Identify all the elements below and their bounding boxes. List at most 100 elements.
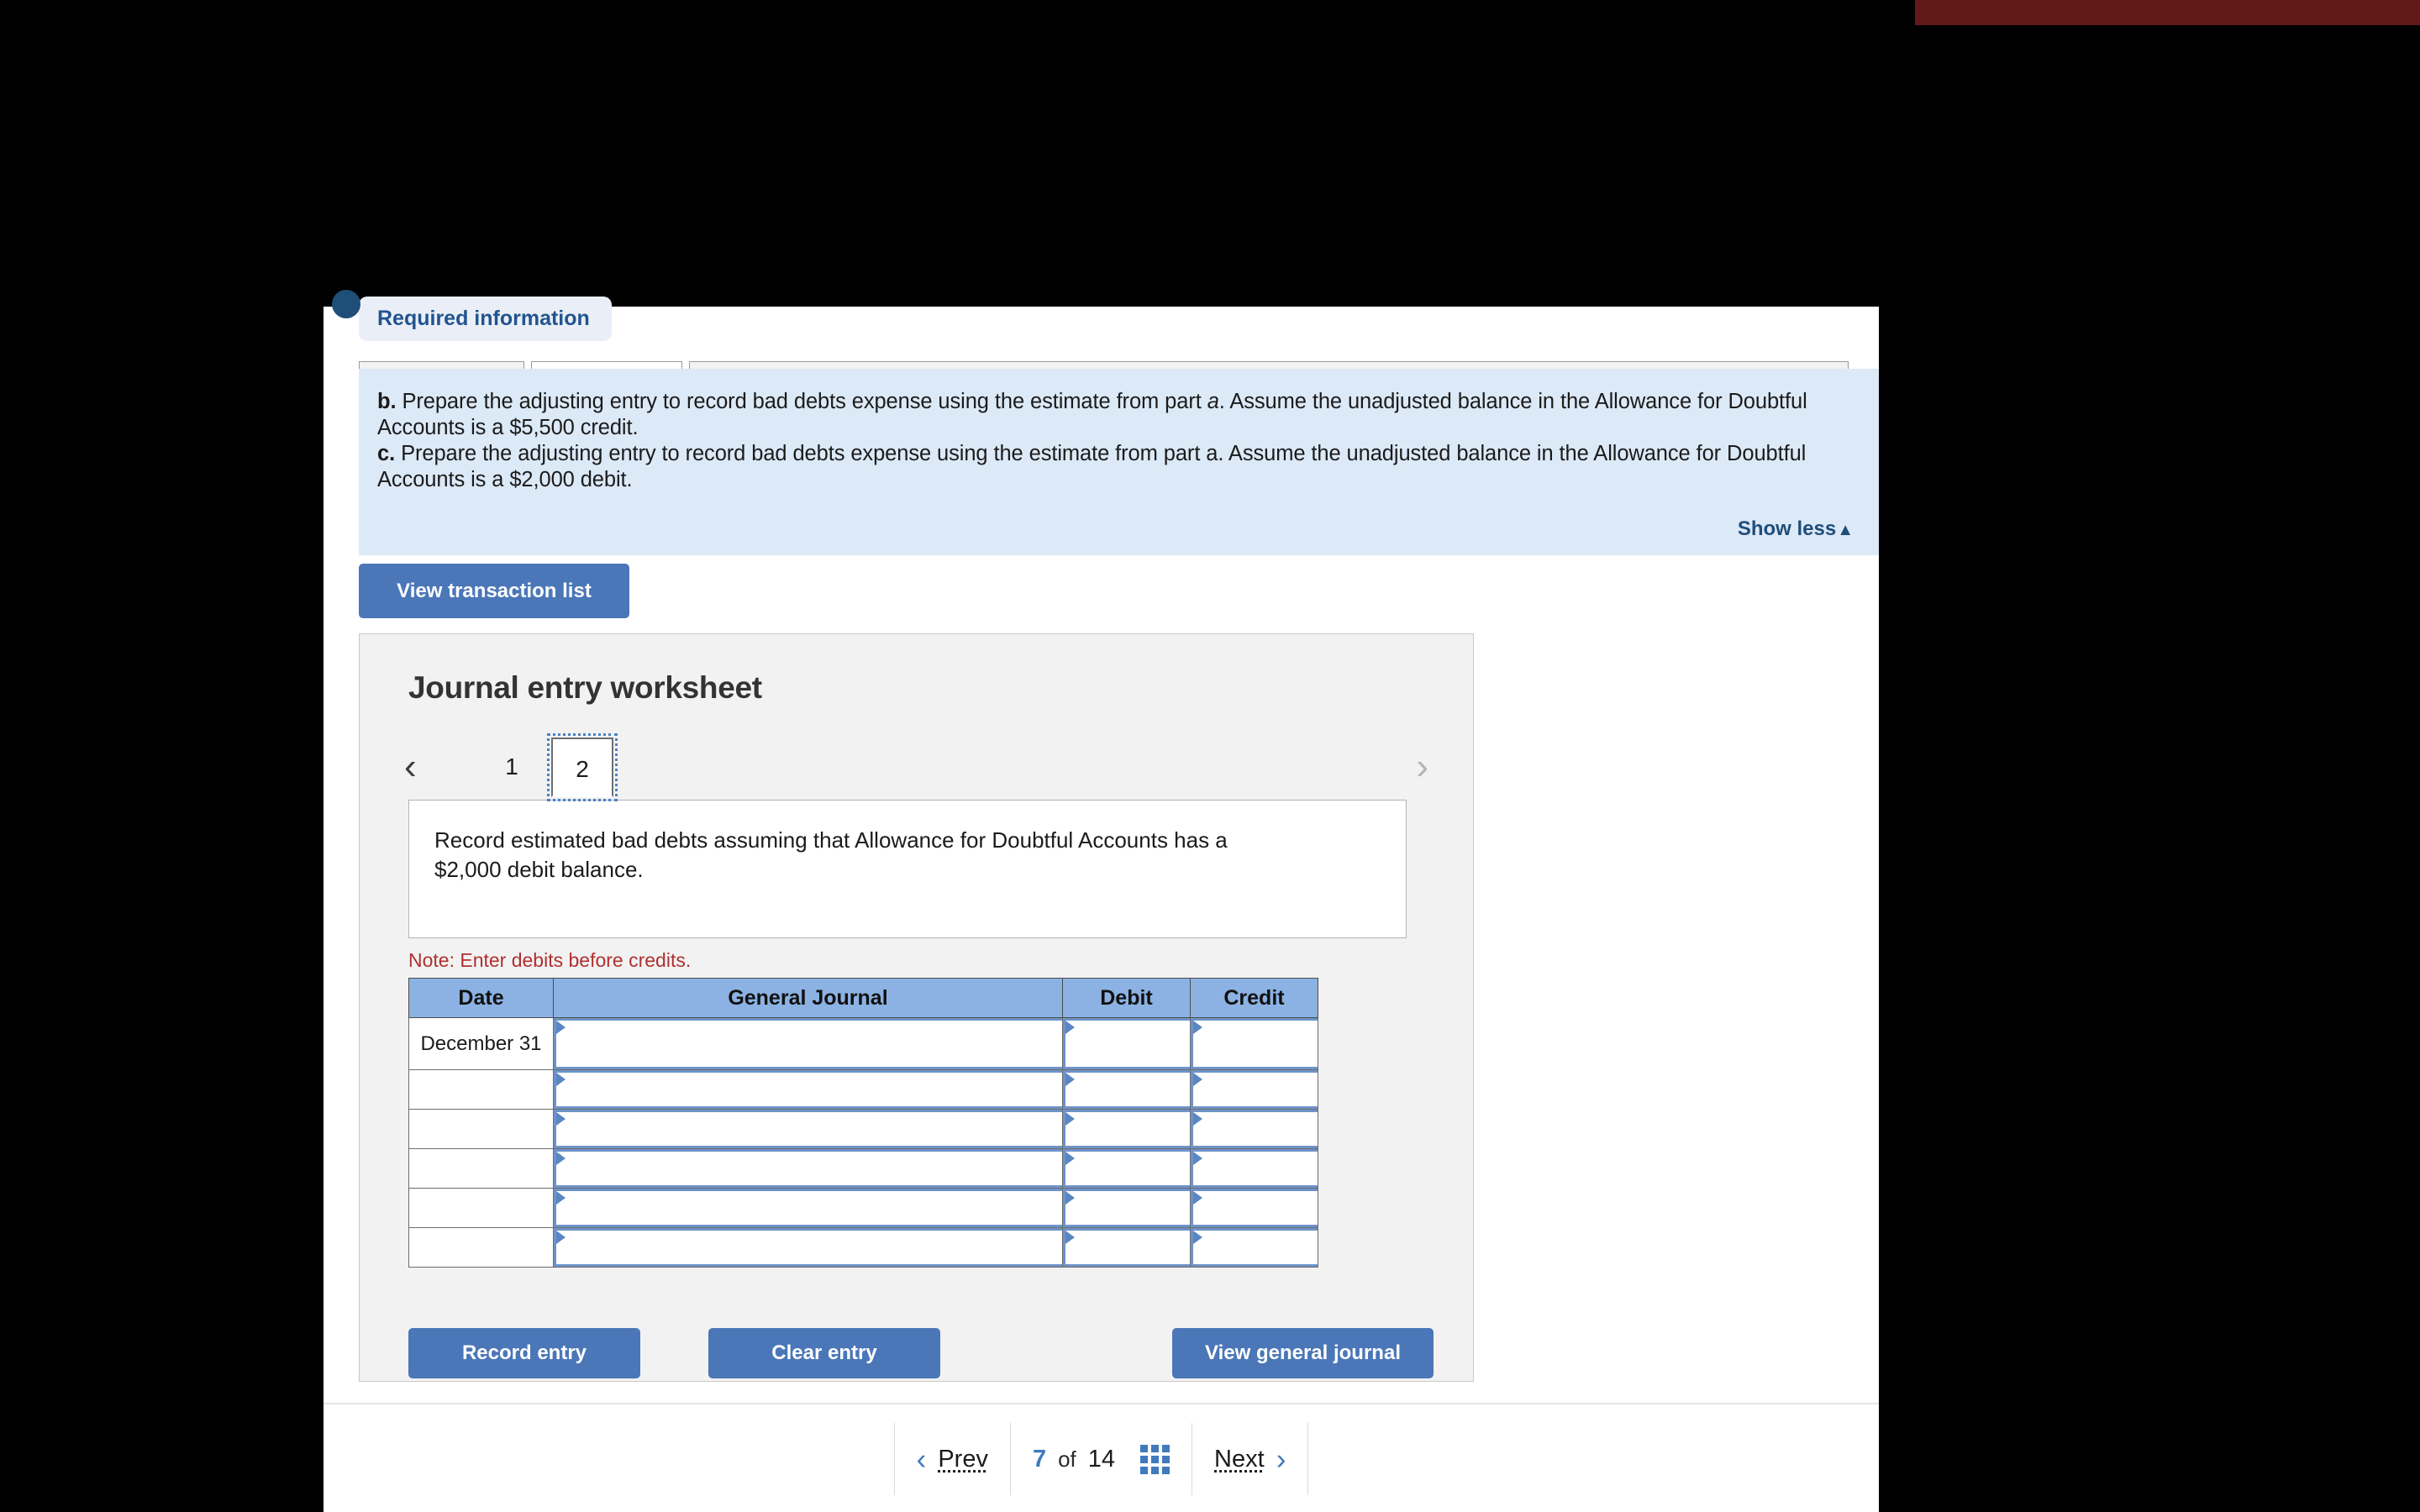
chevron-right-icon: › bbox=[1276, 1442, 1286, 1476]
grid-view-icon[interactable] bbox=[1140, 1444, 1171, 1474]
input-general-journal-6[interactable] bbox=[554, 1228, 1062, 1267]
cell-credit-2[interactable] bbox=[1190, 1069, 1318, 1110]
cell-debit-5[interactable] bbox=[1062, 1188, 1191, 1228]
cell-date-6[interactable] bbox=[408, 1227, 554, 1268]
cell-date-2[interactable] bbox=[408, 1069, 554, 1110]
input-debit-3[interactable] bbox=[1063, 1110, 1190, 1148]
cell-credit-3[interactable] bbox=[1190, 1109, 1318, 1149]
cell-date-5[interactable] bbox=[408, 1188, 554, 1228]
table-row: December 31 bbox=[408, 1017, 1318, 1070]
cell-general-journal-2[interactable] bbox=[553, 1069, 1063, 1110]
table-row bbox=[408, 1109, 1318, 1149]
chevron-left-icon: ‹ bbox=[916, 1442, 927, 1476]
cell-debit-1[interactable] bbox=[1062, 1017, 1191, 1070]
input-general-journal-2[interactable] bbox=[554, 1070, 1062, 1109]
cell-debit-6[interactable] bbox=[1062, 1227, 1191, 1268]
input-debit-1[interactable] bbox=[1063, 1018, 1190, 1069]
table-row bbox=[408, 1069, 1318, 1110]
pager-next-icon[interactable]: › bbox=[1416, 748, 1428, 785]
cell-date-1[interactable]: December 31 bbox=[408, 1017, 554, 1070]
input-debit-6[interactable] bbox=[1063, 1228, 1190, 1267]
column-header-date: Date bbox=[408, 978, 554, 1018]
input-credit-5[interactable] bbox=[1191, 1189, 1318, 1227]
table-row bbox=[408, 1148, 1318, 1189]
tab-fragment-3 bbox=[689, 361, 1849, 369]
required-info-badge-icon bbox=[332, 290, 360, 318]
required-information-banner: b. Prepare the adjusting entry to record… bbox=[359, 369, 1879, 555]
requirement-c-text: Prepare the adjusting entry to record ba… bbox=[377, 442, 1807, 491]
content-frame: Required information b. Prepare the adju… bbox=[324, 290, 1879, 1403]
scenario-description-text: Record estimated bad debts assuming that… bbox=[434, 827, 1228, 882]
debits-before-credits-note: Note: Enter debits before credits. bbox=[408, 949, 692, 971]
cell-general-journal-3[interactable] bbox=[553, 1109, 1063, 1149]
input-credit-3[interactable] bbox=[1191, 1110, 1318, 1148]
input-debit-4[interactable] bbox=[1063, 1149, 1190, 1188]
input-general-journal-5[interactable] bbox=[554, 1189, 1062, 1227]
cell-credit-4[interactable] bbox=[1190, 1148, 1318, 1189]
page-indicator-cell: 7 of 14 bbox=[1011, 1423, 1193, 1495]
input-general-journal-1[interactable] bbox=[554, 1018, 1062, 1069]
worksheet-title: Journal entry worksheet bbox=[408, 670, 762, 705]
pager-prev-icon[interactable]: ‹ bbox=[404, 748, 417, 785]
show-less-label: Show less bbox=[1737, 517, 1837, 540]
worksheet-pager: ‹ 1 2 › bbox=[360, 733, 1473, 804]
cell-general-journal-6[interactable] bbox=[553, 1227, 1063, 1268]
requirement-item-c: c. Prepare the adjusting entry to record… bbox=[377, 441, 1854, 493]
input-general-journal-3[interactable] bbox=[554, 1110, 1062, 1148]
worksheet-tab-2[interactable]: 2 bbox=[547, 733, 618, 801]
journal-entry-table: Date General Journal Debit Credit Decemb… bbox=[408, 978, 1318, 1268]
record-entry-button[interactable]: Record entry bbox=[408, 1328, 640, 1378]
cell-debit-2[interactable] bbox=[1062, 1069, 1191, 1110]
bottom-navigation-bar: ‹ Prev 7 of 14 Next › bbox=[324, 1403, 1879, 1512]
bottom-navigation-inner: ‹ Prev 7 of 14 Next › bbox=[324, 1423, 1879, 1495]
next-page-link[interactable]: Next bbox=[1214, 1446, 1265, 1473]
cell-debit-4[interactable] bbox=[1062, 1148, 1191, 1189]
requirement-b-marker: b. bbox=[377, 390, 397, 413]
view-transaction-list-button[interactable]: View transaction list bbox=[359, 564, 629, 618]
input-credit-1[interactable] bbox=[1191, 1018, 1318, 1069]
input-debit-2[interactable] bbox=[1063, 1070, 1190, 1109]
view-general-journal-button[interactable]: View general journal bbox=[1172, 1328, 1434, 1378]
tab-strip bbox=[324, 361, 1879, 370]
cell-date-4[interactable] bbox=[408, 1148, 554, 1189]
clear-entry-button[interactable]: Clear entry bbox=[708, 1328, 940, 1378]
input-credit-6[interactable] bbox=[1191, 1228, 1318, 1267]
table-row bbox=[408, 1188, 1318, 1228]
screen-root: Required information b. Prepare the adju… bbox=[0, 0, 2420, 1512]
prev-page-cell[interactable]: ‹ Prev bbox=[893, 1423, 1011, 1495]
requirement-c-marker: c. bbox=[377, 442, 396, 465]
column-header-credit: Credit bbox=[1190, 978, 1318, 1018]
input-general-journal-4[interactable] bbox=[554, 1149, 1062, 1188]
cell-general-journal-5[interactable] bbox=[553, 1188, 1063, 1228]
worksheet-tab-1[interactable]: 1 bbox=[481, 752, 543, 782]
scenario-description-box: Record estimated bad debts assuming that… bbox=[408, 800, 1407, 938]
journal-table-header-row: Date General Journal Debit Credit bbox=[408, 978, 1318, 1018]
cell-debit-3[interactable] bbox=[1062, 1109, 1191, 1149]
cell-credit-5[interactable] bbox=[1190, 1188, 1318, 1228]
cell-credit-1[interactable] bbox=[1190, 1017, 1318, 1070]
input-debit-5[interactable] bbox=[1063, 1189, 1190, 1227]
requirement-b-italic: a bbox=[1207, 390, 1219, 413]
column-header-debit: Debit bbox=[1062, 978, 1191, 1018]
required-information-header: Required information bbox=[359, 297, 612, 341]
table-row bbox=[408, 1227, 1318, 1268]
page-of-label: of bbox=[1058, 1446, 1076, 1472]
column-header-general-journal: General Journal bbox=[553, 978, 1063, 1018]
show-less-link[interactable]: Show less▲ bbox=[1738, 517, 1854, 541]
requirement-item-b: b. Prepare the adjusting entry to record… bbox=[377, 389, 1854, 441]
next-page-cell[interactable]: Next › bbox=[1192, 1423, 1309, 1495]
cell-general-journal-4[interactable] bbox=[553, 1148, 1063, 1189]
cell-credit-6[interactable] bbox=[1190, 1227, 1318, 1268]
prev-page-link[interactable]: Prev bbox=[938, 1446, 988, 1473]
tab-fragment-2[interactable] bbox=[531, 361, 682, 369]
cell-date-3[interactable] bbox=[408, 1109, 554, 1149]
required-information-label: Required information bbox=[377, 307, 590, 330]
journal-entry-worksheet-panel: Journal entry worksheet ‹ 1 2 › Record e… bbox=[359, 633, 1474, 1382]
top-red-strip bbox=[1915, 0, 2420, 25]
tab-fragment-1[interactable] bbox=[359, 361, 524, 369]
cell-general-journal-1[interactable] bbox=[553, 1017, 1063, 1070]
input-credit-2[interactable] bbox=[1191, 1070, 1318, 1109]
input-credit-4[interactable] bbox=[1191, 1149, 1318, 1188]
requirement-b-text: Prepare the adjusting entry to record ba… bbox=[396, 390, 1207, 413]
caret-up-icon: ▲ bbox=[1837, 521, 1854, 539]
